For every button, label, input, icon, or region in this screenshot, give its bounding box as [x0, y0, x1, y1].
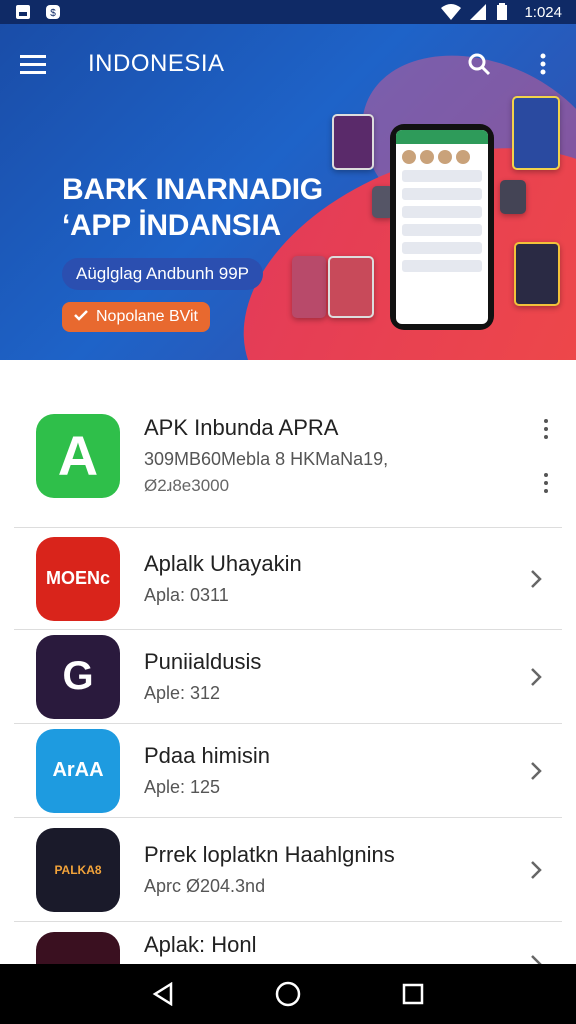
home-icon[interactable] — [273, 979, 303, 1009]
app-meta: Apla: 0311 — [144, 585, 229, 605]
page-title: INDONESIA — [88, 50, 225, 77]
app-meta: Aple: 312 — [144, 683, 221, 703]
floating-card — [332, 114, 374, 170]
app-name: Pdaa himisin — [144, 743, 270, 768]
list-item[interactable]: MOENc Aplalk Uhayakin Apla: 0311 — [14, 528, 562, 630]
wifi-icon — [440, 3, 462, 21]
list-item[interactable]: A APK Inbunda APRA 309MB60Mebla 8 HKMaNa… — [14, 384, 562, 528]
app-notification-icon: $ — [44, 3, 62, 21]
hero-cta-button[interactable]: Nopolane BVit — [62, 302, 210, 332]
app-meta: 309MB60Mebla 8 HKMaNa19, — [144, 449, 389, 469]
more-options-icon[interactable] — [544, 472, 548, 493]
list-item[interactable]: ArAA Pdaa himisin Aple: 125 — [14, 724, 562, 818]
app-name: Aplalk Uhayakin — [144, 551, 302, 576]
menu-icon[interactable] — [18, 49, 48, 79]
floating-card — [514, 242, 560, 306]
app-meta: Aple: 125 — [144, 777, 221, 797]
svg-text:$: $ — [50, 8, 56, 19]
floating-card — [500, 180, 526, 214]
back-icon[interactable] — [148, 979, 178, 1009]
signal-icon — [468, 3, 487, 21]
app-name: Aplak: Honl — [144, 932, 257, 957]
recents-icon[interactable] — [398, 979, 428, 1009]
list-item[interactable]: G Puniialdusis Aple: 312 — [14, 630, 562, 724]
phone-illustration — [390, 124, 494, 330]
app-icon: ArAA — [36, 728, 120, 813]
floating-card — [512, 96, 560, 170]
more-options-icon[interactable] — [544, 418, 548, 439]
app-meta-secondary: Ø2ɹ8e3000 — [144, 476, 230, 495]
app-meta: Aprc Ø204.3nd — [144, 876, 266, 896]
hero-cta-label: Nopolane BVit — [96, 308, 198, 325]
hero-text: BARK INARNADIG ‘APP İNDANSIA Aüglglag An… — [62, 172, 323, 332]
app-name: APK Inbunda APRA — [144, 415, 339, 440]
check-icon — [74, 308, 88, 326]
battery-icon — [496, 3, 514, 21]
chevron-right-icon[interactable] — [524, 759, 548, 783]
hero-headline-line1: BARK INARNADIG — [62, 173, 323, 206]
list-item[interactable]: PALKA8 Prrek loplatkn Haahlgnins Aprc Ø2… — [14, 818, 562, 922]
floating-card — [328, 256, 374, 318]
hero-headline-line2: ‘APP İNDANSIA — [62, 209, 281, 242]
app-icon: MOENc — [36, 536, 120, 621]
status-bar: $ 1:024 — [0, 0, 576, 24]
app-name: Prrek loplatkn Haahlgnins — [144, 842, 395, 867]
app-icon: PALKA8 — [36, 827, 120, 912]
app-list: A APK Inbunda APRA 309MB60Mebla 8 HKMaNa… — [0, 384, 576, 1022]
gallery-notification-icon — [14, 3, 32, 21]
app-icon: A — [36, 413, 120, 498]
more-options-icon[interactable] — [528, 49, 558, 79]
search-icon[interactable] — [464, 49, 494, 79]
chevron-right-icon[interactable] — [524, 567, 548, 591]
app-bar: INDONESIA — [0, 24, 576, 104]
app-name: Puniialdusis — [144, 649, 262, 674]
chevron-right-icon[interactable] — [524, 665, 548, 689]
app-icon: G — [36, 634, 120, 719]
hero-subtitle-pill: Aüglglag Andbunh 99P — [62, 258, 263, 290]
status-time: 1:024 — [524, 3, 562, 21]
system-nav-bar — [0, 964, 576, 1024]
chevron-right-icon[interactable] — [524, 858, 548, 882]
